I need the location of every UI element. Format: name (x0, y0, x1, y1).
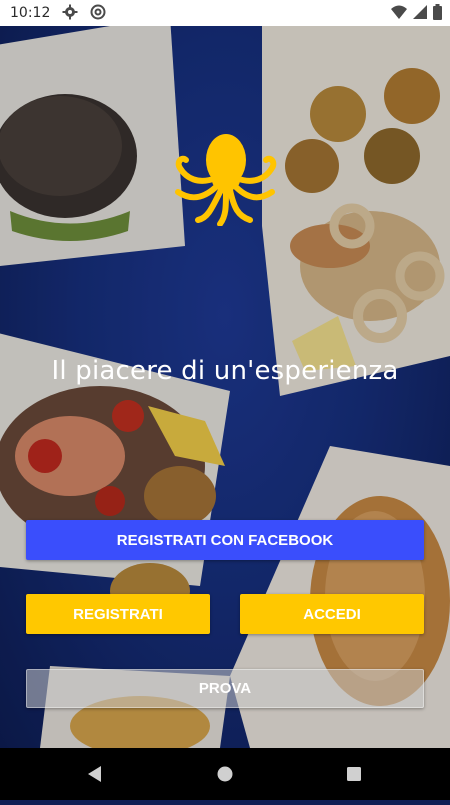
tagline: Il piacere di un'esperienza (51, 356, 399, 386)
gear-icon (62, 4, 78, 23)
at-sign-icon (90, 4, 106, 23)
navigation-bar (0, 748, 450, 800)
recents-icon[interactable] (347, 767, 361, 781)
signal-icon (413, 5, 427, 22)
try-button[interactable]: PROVA (26, 669, 424, 708)
octopus-logo (168, 130, 284, 227)
login-button[interactable]: ACCEDI (240, 594, 424, 634)
status-bar: 10:12 (0, 0, 450, 26)
wifi-icon (391, 5, 407, 22)
battery-icon (433, 4, 442, 23)
back-icon[interactable] (88, 766, 101, 782)
register-button[interactable]: REGISTRATI (26, 594, 210, 634)
status-time: 10:12 (10, 5, 51, 21)
register-facebook-button[interactable]: REGISTRATI CON FACEBOOK (26, 520, 424, 560)
home-icon[interactable] (217, 766, 233, 782)
